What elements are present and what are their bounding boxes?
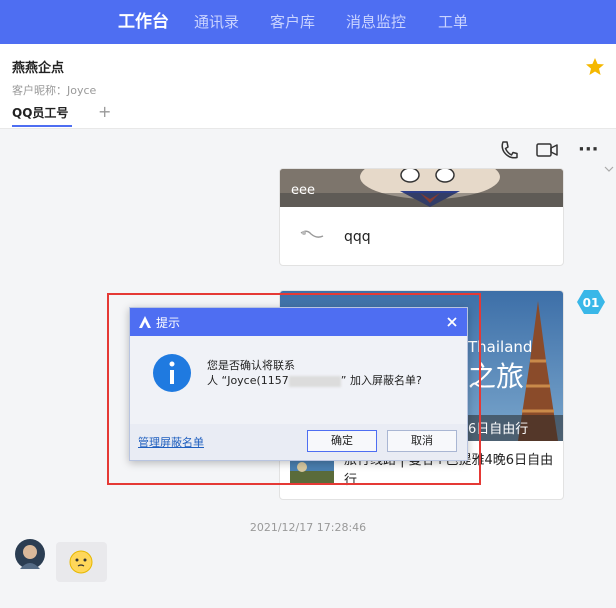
chat-header: 燕燕企点 客户昵称：Joyce QQ员工号 +	[0, 44, 616, 129]
confirm-dialog: 提示 您是否确认将联系 人 “Joyce(1157 ” 加入屏蔽名单? 管理屏蔽名…	[129, 307, 468, 461]
tab-qq-employee[interactable]: QQ员工号	[12, 104, 68, 121]
dialog-message: 您是否确认将联系 人 “Joyce(1157 ” 加入屏蔽名单?	[207, 358, 422, 388]
top-nav: 工作台 通讯录 客户库 消息监控 工单	[0, 0, 616, 44]
emoji-icon	[69, 550, 93, 574]
dialog-message-line-2: 人 “Joyce(1157	[207, 374, 289, 387]
video-call-icon[interactable]	[536, 140, 558, 160]
nav-item-tickets[interactable]: 工单	[438, 0, 468, 44]
tab-active-indicator	[12, 125, 72, 127]
dialog-title: 提示	[156, 316, 181, 330]
dialog-message-line-2-wrap: 人 “Joyce(1157 ” 加入屏蔽名单?	[207, 373, 422, 388]
nav-item-contacts[interactable]: 通讯录	[194, 0, 239, 44]
more-options-icon[interactable]: ···	[578, 139, 599, 160]
shared-card-top[interactable]: eee qqq	[279, 168, 564, 266]
emoji-message-bubble	[56, 542, 107, 582]
card-thumbnail	[300, 230, 324, 238]
customer-nickname: 客户昵称：Joyce	[12, 84, 97, 97]
ok-button[interactable]: 确定	[307, 430, 377, 452]
dialog-title-bar: 提示	[130, 308, 467, 336]
card-text: qqq	[344, 229, 371, 245]
redacted-id	[288, 375, 341, 387]
agent-badge-text: 01	[583, 296, 600, 310]
agent-avatar: 01	[577, 290, 605, 314]
card-image: eee	[280, 169, 563, 207]
cancel-button[interactable]: 取消	[387, 430, 457, 452]
customer-avatar[interactable]	[15, 539, 45, 569]
contact-name: 燕燕企点	[12, 61, 65, 76]
dialog-message-line-3: ” 加入屏蔽名单?	[340, 374, 422, 387]
manage-blocklist-link[interactable]: 管理屏蔽名单	[138, 434, 204, 450]
collapse-icon[interactable]	[604, 166, 614, 174]
add-tab-button[interactable]: +	[98, 102, 111, 121]
nav-item-customers[interactable]: 客户库	[270, 0, 315, 44]
card-image-caption: eee	[291, 183, 315, 198]
app-logo-icon	[139, 316, 151, 328]
star-icon[interactable]	[585, 57, 605, 77]
nav-item-workbench[interactable]: 工作台	[118, 0, 169, 44]
cartoon-image	[280, 169, 563, 207]
info-icon	[153, 354, 191, 392]
message-timestamp: 2021/12/17 17:28:46	[249, 521, 367, 534]
nav-item-message-monitor[interactable]: 消息监控	[346, 0, 406, 44]
close-icon[interactable]	[447, 317, 457, 327]
phone-icon[interactable]	[500, 140, 518, 160]
dialog-message-line-1: 您是否确认将联系	[207, 359, 295, 372]
